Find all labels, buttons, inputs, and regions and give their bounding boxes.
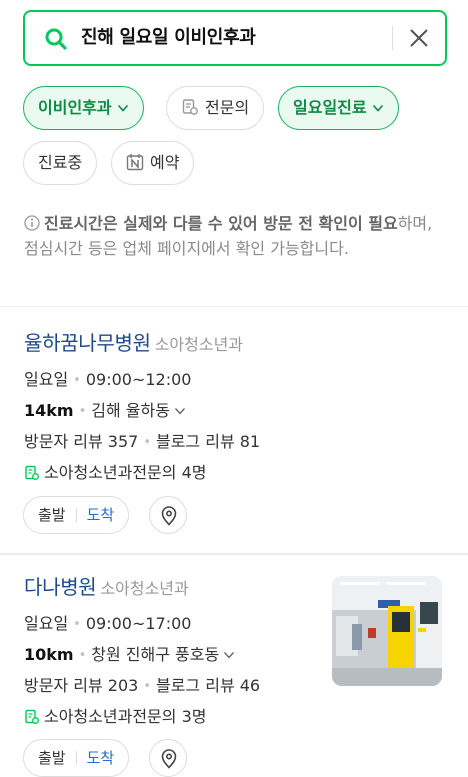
distance: 14km <box>24 401 74 420</box>
chip-label: 전문의 <box>205 98 250 117</box>
chip-label: 일요일진료 <box>293 98 367 117</box>
arrive-button[interactable]: 도착 <box>87 506 115 524</box>
chevron-down-icon <box>117 104 128 112</box>
filter-chip-department[interactable]: 이비인후과 <box>23 86 144 130</box>
filter-chip-reservation[interactable]: 예약 <box>111 141 195 185</box>
search-divider <box>392 26 393 50</box>
open-hours: 09:00~12:00 <box>85 370 192 389</box>
search-icon[interactable] <box>43 26 69 52</box>
info-icon <box>24 215 40 231</box>
start-button[interactable]: 출발 <box>38 506 66 524</box>
arrive-button[interactable]: 도착 <box>87 749 115 767</box>
close-icon[interactable] <box>407 26 431 50</box>
chip-label: 이비인후과 <box>38 98 112 117</box>
place-name[interactable]: 다나병원 <box>24 575 97 599</box>
blog-reviews[interactable]: 블로그 리뷰 46 <box>156 676 260 695</box>
chip-label: 예약 <box>150 153 180 172</box>
certificate-icon <box>25 709 39 724</box>
chevron-down-icon[interactable] <box>223 649 235 661</box>
chevron-down-icon <box>372 104 383 112</box>
result-card[interactable]: 율하꿈나무병원 소아청소년과 일요일 • 09:00~12:00 14km • 김해 율하… <box>24 329 444 486</box>
map-pin-button[interactable] <box>149 739 187 777</box>
certificate-icon <box>25 465 39 480</box>
visitor-reviews[interactable]: 방문자 리뷰 203 <box>24 676 138 695</box>
distance: 10km <box>24 645 74 664</box>
calendar-n-icon <box>126 154 144 171</box>
notice-bold: 진료시간은 실제와 다를 수 있어 방문 전 확인이 필요 <box>44 214 398 233</box>
filter-chip-specialist[interactable]: 전문의 <box>166 86 265 130</box>
hospital-lobby-image <box>332 576 442 686</box>
open-day: 일요일 <box>24 614 69 633</box>
specialist-count: 소아청소년과전문의 3명 <box>44 707 207 726</box>
open-hours: 09:00~17:00 <box>85 614 192 633</box>
map-pin-button[interactable] <box>149 496 187 534</box>
route-buttons[interactable]: 출발 도착 <box>23 496 130 534</box>
start-button[interactable]: 출발 <box>38 749 66 767</box>
route-buttons[interactable]: 출발 도착 <box>23 739 130 777</box>
place-category: 소아청소년과 <box>154 335 244 354</box>
section-divider <box>0 306 468 307</box>
search-input[interactable]: 진해 일요일 이비인후과 <box>81 26 256 50</box>
address[interactable]: 김해 율하동 <box>91 401 170 420</box>
blog-reviews[interactable]: 블로그 리뷰 81 <box>156 432 260 451</box>
filter-chip-sunday[interactable]: 일요일진료 <box>278 86 399 130</box>
filter-chip-open-now[interactable]: 진료중 <box>23 141 98 185</box>
section-divider <box>0 553 468 555</box>
address[interactable]: 창원 진해구 풍호동 <box>91 645 219 664</box>
open-day: 일요일 <box>24 370 69 389</box>
certificate-icon <box>182 99 198 115</box>
hours-notice: 진료시간은 실제와 다를 수 있어 방문 전 확인이 필요하며, 점심시간 등은… <box>24 211 434 261</box>
chip-label: 진료중 <box>38 153 83 172</box>
place-category: 소아청소년과 <box>100 579 189 598</box>
map-pin-icon <box>161 506 177 526</box>
place-name[interactable]: 율하꿈나무병원 <box>24 331 151 355</box>
place-photo[interactable] <box>332 576 442 686</box>
visitor-reviews[interactable]: 방문자 리뷰 357 <box>24 432 138 451</box>
map-pin-icon <box>161 749 177 769</box>
chevron-down-icon[interactable] <box>174 405 186 417</box>
specialist-count: 소아청소년과전문의 4명 <box>44 463 207 482</box>
search-bar[interactable]: 진해 일요일 이비인후과 <box>23 10 447 66</box>
